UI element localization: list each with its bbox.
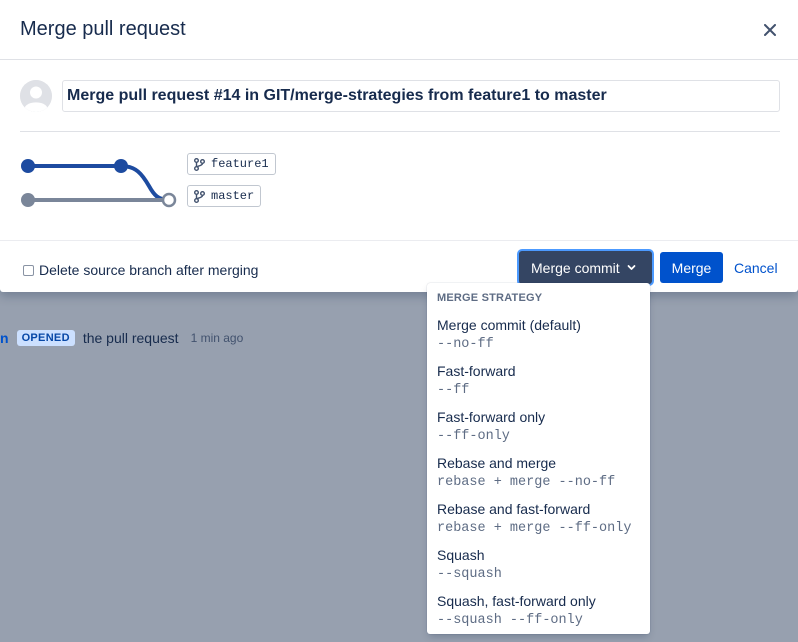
activity-text: the pull request: [82, 330, 179, 346]
menu-item-fast-forward-only[interactable]: Fast-forward only --ff-only: [427, 406, 650, 452]
branch-graph: [21, 159, 177, 208]
activity-item: n OPENED the pull request 1 min ago: [0, 326, 243, 350]
merge-dialog: Merge pull request feature1 master: [0, 0, 798, 292]
merge-strategy-button[interactable]: Merge commit: [519, 251, 652, 284]
menu-item-label: Rebase and fast-forward: [437, 501, 591, 517]
menu-item-flag: --no-ff: [437, 337, 494, 352]
source-branch-tag: feature1: [187, 153, 276, 175]
dialog-title: Merge pull request: [20, 18, 186, 40]
cancel-button[interactable]: Cancel: [731, 252, 781, 283]
menu-item-label: Fast-forward: [437, 363, 516, 379]
menu-item-label: Rebase and merge: [437, 455, 557, 471]
close-icon: [764, 23, 776, 36]
target-branch-name: master: [211, 189, 255, 203]
menu-item-flag: --squash --ff-only: [437, 613, 583, 628]
menu-item-label: Squash: [437, 547, 485, 563]
merge-button[interactable]: Merge: [660, 252, 723, 283]
menu-item-squash[interactable]: Squash --squash: [427, 544, 650, 590]
menu-item-label: Merge commit (default): [437, 317, 581, 333]
menu-item-flag: --squash: [437, 567, 502, 582]
chevron-down-icon: [627, 263, 636, 272]
branch-icon: [193, 189, 206, 203]
menu-item-flag: rebase + merge --no-ff: [437, 475, 616, 490]
avatar: [20, 80, 52, 112]
target-branch-tag: master: [187, 185, 262, 207]
menu-item-merge-commit[interactable]: Merge commit (default) --no-ff: [427, 314, 650, 360]
delete-branch-label: Delete source branch after merging: [39, 262, 259, 278]
menu-item-label: Squash, fast-forward only: [437, 593, 596, 609]
activity-timestamp: 1 min ago: [190, 331, 244, 345]
menu-item-label: Fast-forward only: [437, 409, 546, 425]
merge-strategy-menu: MERGE STRATEGY Merge commit (default) --…: [427, 283, 650, 634]
merge-strategy-label: Merge commit: [531, 259, 620, 276]
menu-item-flag: rebase + merge --ff-only: [437, 521, 632, 536]
dialog-header: Merge pull request: [0, 0, 798, 60]
activity-user[interactable]: n: [0, 330, 9, 346]
menu-items: Merge commit (default) --no-ff Fast-forw…: [427, 314, 650, 636]
menu-item-flag: --ff-only: [437, 429, 510, 444]
dialog-footer: Delete source branch after merging Merge…: [0, 240, 798, 292]
branch-icon: [193, 157, 206, 171]
default-avatar-icon: [20, 80, 52, 112]
menu-item-rebase-merge[interactable]: Rebase and merge rebase + merge --no-ff: [427, 452, 650, 498]
delete-branch-checkbox[interactable]: [23, 264, 34, 276]
menu-item-flag: --ff: [437, 383, 470, 398]
close-button[interactable]: [760, 20, 780, 40]
delete-branch-option[interactable]: Delete source branch after merging: [23, 262, 258, 278]
menu-item-fast-forward[interactable]: Fast-forward --ff: [427, 360, 650, 406]
menu-heading: MERGE STRATEGY: [437, 292, 543, 304]
commit-message-input[interactable]: [62, 80, 780, 112]
menu-item-squash-fast-forward-only[interactable]: Squash, fast-forward only --squash --ff-…: [427, 590, 650, 636]
status-badge: OPENED: [16, 330, 75, 346]
menu-item-rebase-fast-forward[interactable]: Rebase and fast-forward rebase + merge -…: [427, 498, 650, 544]
divider: [20, 131, 780, 132]
source-branch-name: feature1: [211, 157, 269, 171]
